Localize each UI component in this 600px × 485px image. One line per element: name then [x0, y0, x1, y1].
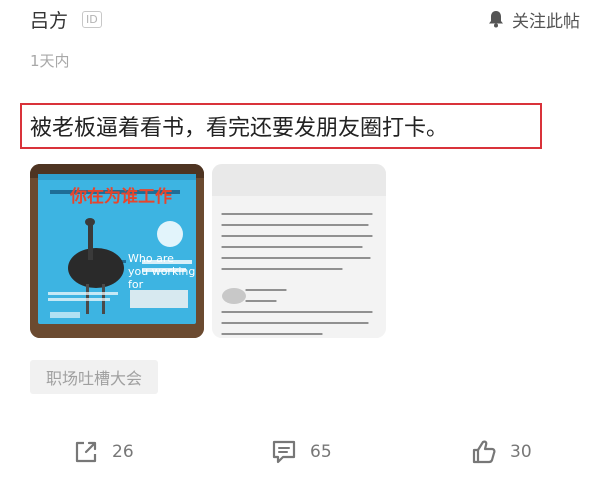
post-text: 被老板逼着看书，看完还要发朋友圈打卡。: [30, 116, 449, 141]
post-header: 吕方 ID 关注此帖: [30, 4, 580, 34]
author-name[interactable]: 吕方: [30, 6, 68, 33]
like-button[interactable]: 30: [470, 436, 532, 468]
share-button[interactable]: 26: [72, 436, 134, 468]
post-image-book[interactable]: 你在为谁工作 Who are you working for: [30, 164, 204, 338]
comment-icon: [272, 440, 296, 464]
action-bar: 26 65 30: [0, 436, 600, 468]
bell-icon: [489, 11, 503, 28]
id-badge: ID: [82, 10, 102, 28]
post-time: 1天内: [30, 52, 70, 70]
post-image-note[interactable]: [212, 164, 386, 338]
comment-count: 65: [310, 442, 332, 462]
post-text-highlight: 被老板逼着看书，看完还要发朋友圈打卡。: [20, 103, 542, 149]
handwritten-note-photo: [212, 164, 386, 338]
topic-tag[interactable]: 职场吐槽大会: [30, 360, 159, 394]
follow-label: 关注此帖: [512, 11, 580, 32]
share-icon: [75, 441, 97, 463]
thumbs-up-icon: [472, 440, 496, 464]
share-count: 26: [112, 442, 134, 462]
comment-button[interactable]: 65: [270, 436, 332, 468]
book-subtitle: Who are you working for: [128, 252, 196, 291]
book-title: 你在为谁工作: [70, 187, 172, 207]
follow-button[interactable]: 关注此帖: [486, 7, 580, 32]
like-count: 30: [510, 442, 532, 462]
